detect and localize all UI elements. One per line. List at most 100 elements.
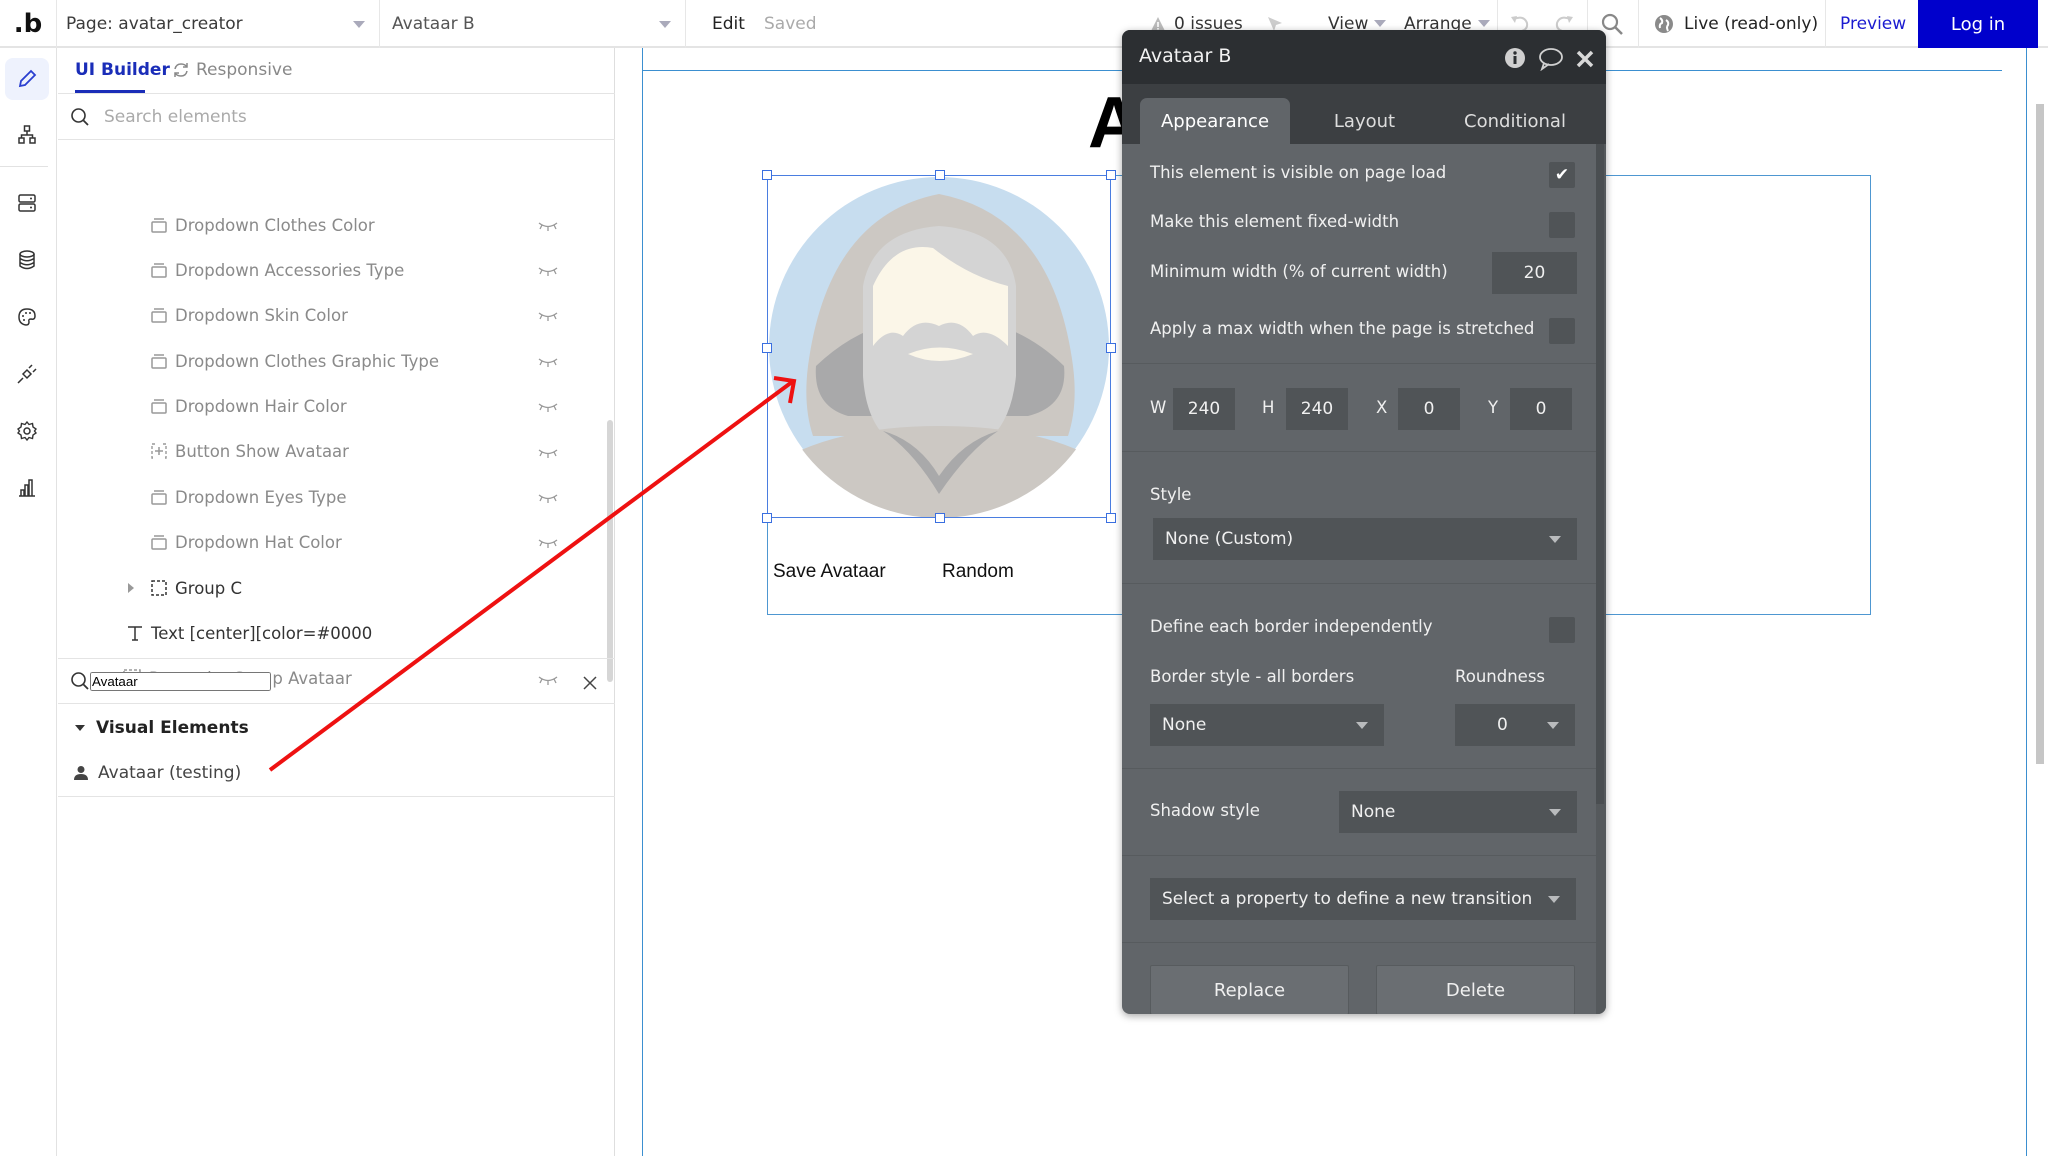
resize-handle[interactable] bbox=[1106, 170, 1116, 180]
palette-item-label: Avataar (testing) bbox=[98, 763, 242, 783]
tab-appearance[interactable]: Appearance bbox=[1140, 98, 1290, 144]
resize-handle[interactable] bbox=[935, 170, 945, 180]
visible-on-load-checkbox[interactable]: ✔ bbox=[1549, 162, 1575, 188]
search-elements-input[interactable] bbox=[104, 106, 544, 127]
group-icon bbox=[151, 580, 167, 596]
border-style-dropdown[interactable]: None bbox=[1150, 704, 1384, 746]
border-independent-checkbox[interactable] bbox=[1549, 617, 1575, 643]
y-input[interactable]: 0 bbox=[1510, 388, 1572, 430]
resize-handle[interactable] bbox=[1106, 513, 1116, 523]
roundness-dropdown[interactable]: 0 bbox=[1455, 704, 1575, 746]
transition-dropdown[interactable]: Select a property to define a new transi… bbox=[1150, 878, 1576, 920]
hidden-eye-icon[interactable] bbox=[538, 490, 558, 509]
canvas-scrollbar[interactable] bbox=[2036, 104, 2044, 764]
random-button[interactable]: Random bbox=[942, 561, 1014, 583]
tree-item[interactable]: Dropdown Skin Color bbox=[150, 300, 348, 330]
save-avataar-button[interactable]: Save Avataar bbox=[773, 561, 886, 583]
info-icon[interactable] bbox=[1504, 47, 1526, 69]
visual-elements-heading[interactable]: Visual Elements bbox=[74, 718, 249, 738]
border-style-value: None bbox=[1162, 715, 1207, 735]
width-input[interactable]: 240 bbox=[1173, 388, 1235, 430]
resize-handle[interactable] bbox=[762, 170, 772, 180]
tree-item[interactable]: Dropdown Hat Color bbox=[150, 527, 342, 557]
database-tab[interactable] bbox=[5, 239, 49, 281]
saved-status: Saved bbox=[764, 14, 817, 34]
tree-item-label: Dropdown Clothes Color bbox=[175, 215, 375, 235]
logs-tab[interactable] bbox=[5, 467, 49, 509]
tree-item-label: Dropdown Skin Color bbox=[175, 305, 348, 325]
edit-menu[interactable]: Edit bbox=[712, 0, 745, 48]
close-icon[interactable] bbox=[1576, 50, 1594, 68]
hidden-eye-icon[interactable] bbox=[538, 218, 558, 237]
tab-responsive[interactable]: Responsive bbox=[172, 60, 292, 80]
tree-item[interactable]: Dropdown Clothes Graphic Type bbox=[150, 346, 439, 376]
hidden-eye-icon[interactable] bbox=[538, 445, 558, 464]
min-width-input[interactable]: 20 bbox=[1492, 252, 1577, 294]
tree-scrollbar[interactable] bbox=[607, 420, 613, 682]
max-width-checkbox[interactable] bbox=[1549, 318, 1575, 344]
tree-item-label: Dropdown Accessories Type bbox=[175, 260, 405, 280]
hidden-eye-icon[interactable] bbox=[538, 399, 558, 418]
shadow-style-dropdown[interactable]: None bbox=[1339, 791, 1577, 833]
plugins-tab[interactable] bbox=[5, 353, 49, 395]
chevron-down-icon bbox=[1549, 809, 1561, 816]
height-input[interactable]: 240 bbox=[1286, 388, 1348, 430]
border-style-label: Border style - all borders bbox=[1150, 667, 1355, 686]
checkmark-icon: ✔ bbox=[1554, 165, 1570, 185]
delete-button[interactable]: Delete bbox=[1376, 965, 1575, 1014]
tab-conditional[interactable]: Conditional bbox=[1440, 98, 1590, 144]
tree-item[interactable]: Dropdown Eyes Type bbox=[150, 482, 347, 512]
page-selector[interactable]: Page: avatar_creator bbox=[58, 0, 380, 48]
bubble-logo[interactable]: .b bbox=[0, 0, 57, 48]
selection-outline bbox=[767, 175, 1111, 518]
tree-item[interactable]: Dropdown Accessories Type bbox=[150, 255, 404, 285]
live-status[interactable]: Live (read-only) bbox=[1654, 0, 1818, 48]
comment-icon[interactable] bbox=[1538, 47, 1564, 71]
design-tab[interactable] bbox=[5, 58, 49, 100]
resize-handle[interactable] bbox=[762, 343, 772, 353]
pencil-icon bbox=[18, 69, 37, 88]
data-tab[interactable] bbox=[5, 182, 49, 224]
tab-ui-builder[interactable]: UI Builder bbox=[75, 60, 170, 80]
caret-right-icon[interactable] bbox=[126, 582, 136, 594]
h-label: H bbox=[1262, 398, 1275, 417]
hidden-eye-icon[interactable] bbox=[538, 263, 558, 282]
login-button[interactable]: Log in bbox=[1918, 0, 2038, 48]
hidden-eye-icon[interactable] bbox=[538, 535, 558, 554]
resize-handle[interactable] bbox=[762, 513, 772, 523]
tab-responsive-label: Responsive bbox=[196, 60, 293, 80]
x-input[interactable]: 0 bbox=[1398, 388, 1460, 430]
styles-tab[interactable] bbox=[5, 296, 49, 338]
tree-item[interactable]: Text [center][color=#0000 bbox=[126, 618, 372, 648]
visible-on-load-label: This element is visible on page load bbox=[1150, 163, 1447, 182]
element-selector[interactable]: Avataar B bbox=[381, 0, 686, 48]
tree-item[interactable]: Group C bbox=[126, 573, 242, 603]
palette-item-avataar[interactable]: Avataar (testing) bbox=[74, 763, 241, 783]
bar-chart-icon bbox=[19, 479, 35, 497]
elements-panel: UI Builder Responsive Dropdown Clothes C… bbox=[58, 48, 615, 1156]
palette-search-input[interactable] bbox=[90, 671, 271, 691]
tree-item[interactable]: Dropdown Clothes Color bbox=[150, 210, 375, 240]
tree-item[interactable]: Button Show Avataar bbox=[150, 436, 349, 466]
element-search-bar bbox=[58, 94, 615, 140]
palette-icon bbox=[18, 308, 36, 326]
property-tabs: Appearance Layout Conditional bbox=[1122, 84, 1606, 144]
workflow-icon bbox=[18, 125, 36, 144]
clear-icon[interactable] bbox=[582, 675, 598, 691]
settings-tab[interactable] bbox=[5, 410, 49, 452]
hidden-eye-icon[interactable] bbox=[538, 308, 558, 327]
tab-layout[interactable]: Layout bbox=[1292, 98, 1437, 144]
chevron-down-icon bbox=[353, 21, 365, 28]
workflow-tab[interactable] bbox=[5, 114, 49, 156]
replace-button[interactable]: Replace bbox=[1150, 965, 1349, 1014]
plug-icon bbox=[17, 364, 37, 384]
hidden-eye-icon[interactable] bbox=[538, 354, 558, 373]
resize-handle[interactable] bbox=[935, 513, 945, 523]
tree-item[interactable]: Dropdown Hair Color bbox=[150, 391, 347, 421]
resize-handle[interactable] bbox=[1106, 343, 1116, 353]
property-scrollbar[interactable] bbox=[1596, 144, 1604, 804]
property-editor-header[interactable]: Avataar B bbox=[1122, 30, 1606, 84]
preview-button[interactable]: Preview bbox=[1840, 0, 1906, 48]
fixed-width-checkbox[interactable] bbox=[1549, 212, 1575, 238]
style-dropdown[interactable]: None (Custom) bbox=[1153, 518, 1577, 560]
